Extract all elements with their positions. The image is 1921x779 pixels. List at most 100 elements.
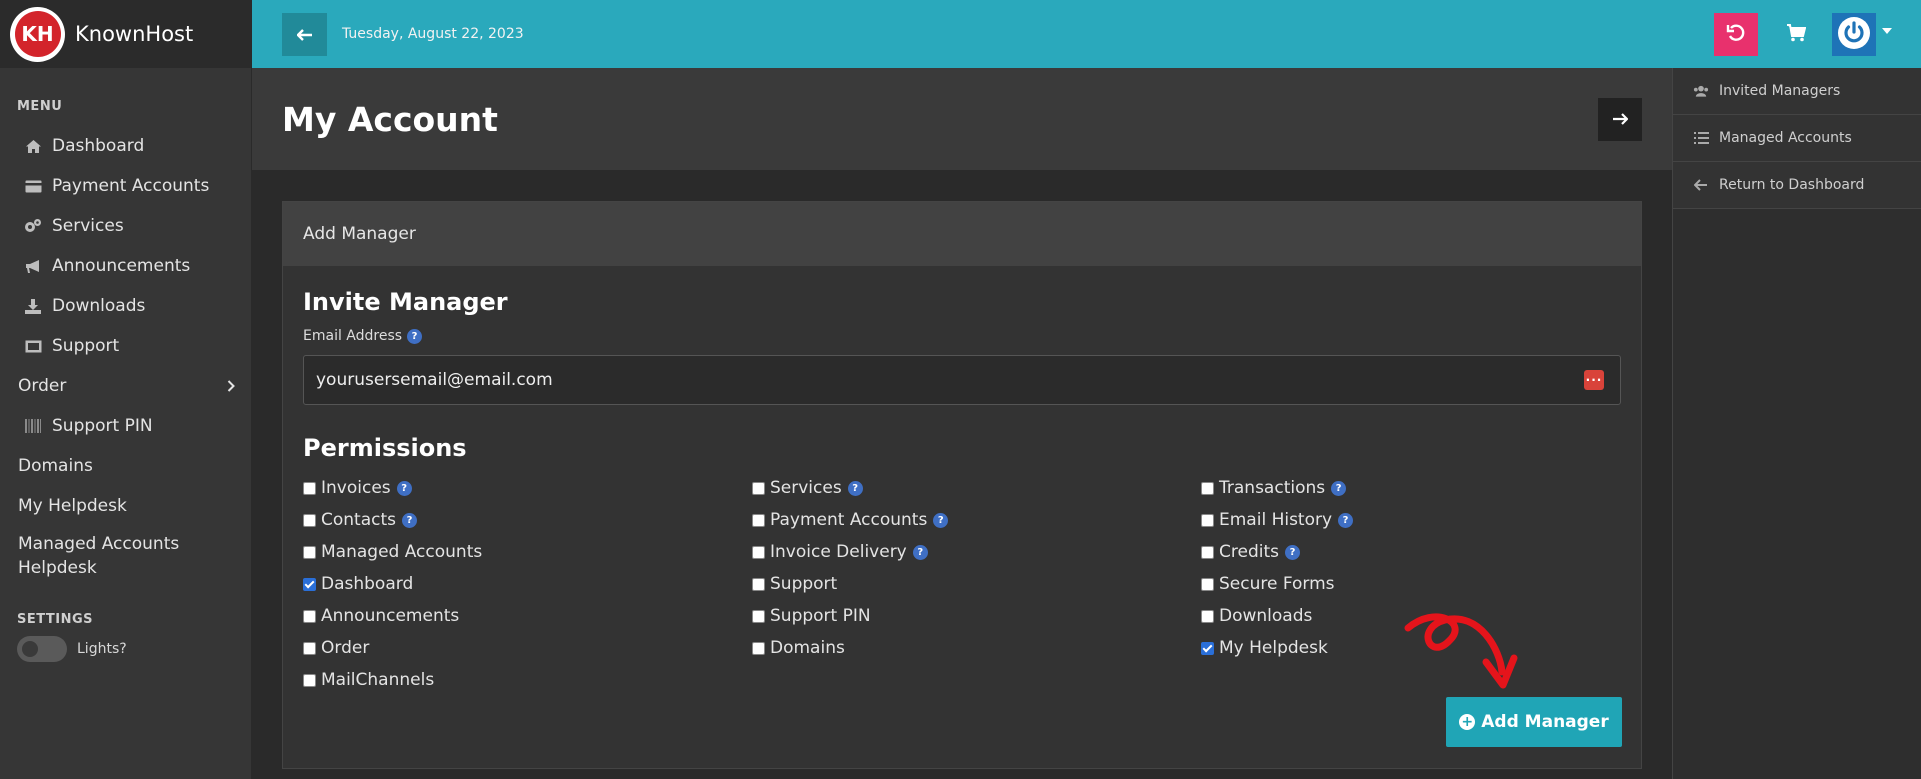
right-panel-item-invited-managers[interactable]: Invited Managers <box>1673 68 1921 115</box>
permission-label: Downloads <box>1219 606 1313 626</box>
sidebar-item-my-helpdesk[interactable]: My Helpdesk <box>0 486 251 526</box>
page-title: My Account <box>282 100 498 139</box>
permission-label: Support PIN <box>770 606 871 626</box>
permission-label: Announcements <box>321 606 460 626</box>
permission-checkbox[interactable] <box>303 481 316 495</box>
help-icon[interactable]: ? <box>1284 544 1300 560</box>
current-date: Tuesday, August 22, 2023 <box>342 26 524 42</box>
permission-checkbox[interactable] <box>752 577 765 591</box>
sidebar-item-domains[interactable]: Domains <box>0 446 251 486</box>
help-icon[interactable]: ? <box>396 480 412 496</box>
sidebar-item-services[interactable]: Services <box>0 206 251 246</box>
help-icon[interactable]: ? <box>402 512 417 528</box>
permission-checkbox[interactable] <box>303 513 316 527</box>
permission-email-history[interactable]: Email History? <box>1201 504 1354 536</box>
sidebar-item-order[interactable]: Order <box>0 366 251 406</box>
permission-label: Contacts <box>321 510 396 530</box>
password-manager-icon[interactable]: ··· <box>1584 370 1604 390</box>
permission-label: Secure Forms <box>1219 574 1335 594</box>
download-icon <box>24 298 42 314</box>
permission-secure-forms[interactable]: Secure Forms <box>1201 568 1353 600</box>
help-icon[interactable]: ? <box>1331 480 1347 496</box>
permission-contacts[interactable]: Contacts? <box>303 504 482 536</box>
help-icon[interactable]: ? <box>912 544 928 560</box>
permission-checkbox[interactable] <box>752 481 765 495</box>
sidebar-item-support[interactable]: Support <box>0 326 251 366</box>
lights-label: Lights? <box>77 641 127 657</box>
help-icon[interactable]: ? <box>407 328 423 344</box>
permission-credits[interactable]: Credits? <box>1201 536 1353 568</box>
sidebar-item-payment-accounts[interactable]: Payment Accounts <box>0 166 251 206</box>
permission-downloads[interactable]: Downloads <box>1201 600 1353 632</box>
sidebar-item-managed-accounts-helpdesk[interactable]: Managed Accounts Helpdesk <box>0 526 200 578</box>
sidebar-item-label: Services <box>52 216 124 236</box>
permission-checkbox[interactable] <box>1201 545 1214 559</box>
cart-button[interactable] <box>1774 13 1818 56</box>
caret-down-icon[interactable] <box>1882 28 1892 34</box>
permission-transactions[interactable]: Transactions? <box>1201 472 1353 504</box>
help-icon[interactable]: ? <box>1338 512 1354 528</box>
permissions-heading: Permissions <box>303 434 467 462</box>
permission-order[interactable]: Order <box>303 632 482 664</box>
permission-mailchannels[interactable]: MailChannels <box>303 664 482 696</box>
permission-checkbox[interactable] <box>1201 577 1214 591</box>
undo-button[interactable] <box>1714 13 1758 56</box>
annotation-arrow-icon <box>1404 613 1518 689</box>
permission-label: Credits <box>1219 542 1279 562</box>
permission-announcements[interactable]: Announcements <box>303 600 482 632</box>
permission-payment-accounts[interactable]: Payment Accounts? <box>752 504 949 536</box>
permission-invoice-delivery[interactable]: Invoice Delivery? <box>752 536 948 568</box>
sidebar-item-dashboard[interactable]: Dashboard <box>0 126 251 166</box>
right-panel-item-return-to-dashboard[interactable]: Return to Dashboard <box>1673 162 1921 209</box>
toggle-right-panel-button[interactable] <box>1598 98 1642 141</box>
permission-checkbox[interactable] <box>303 641 316 655</box>
user-menu-button[interactable] <box>1832 13 1876 56</box>
sidebar-item-label: Dashboard <box>52 136 145 156</box>
permission-checkbox[interactable] <box>752 641 765 655</box>
chevron-right-icon <box>227 377 235 396</box>
knownhost-logo: KH <box>10 6 65 62</box>
right-panel-item-label: Return to Dashboard <box>1719 177 1865 193</box>
permission-label: MailChannels <box>321 670 435 690</box>
permission-label: Payment Accounts <box>770 510 928 530</box>
permission-checkbox[interactable] <box>303 609 316 623</box>
permission-domains[interactable]: Domains <box>752 632 948 664</box>
permission-dashboard[interactable]: Dashboard <box>303 568 482 600</box>
permission-checkbox[interactable] <box>303 673 316 687</box>
add-manager-button[interactable]: + Add Manager <box>1446 697 1622 747</box>
sidebar-item-downloads[interactable]: Downloads <box>0 286 251 326</box>
permission-label: Support <box>770 574 838 594</box>
lights-setting: Lights? <box>0 633 251 665</box>
permission-invoices[interactable]: Invoices? <box>303 472 482 504</box>
permission-my-helpdesk[interactable]: My Helpdesk <box>1201 632 1353 664</box>
permission-services[interactable]: Services? <box>752 472 948 504</box>
permission-support-pin[interactable]: Support PIN <box>752 600 948 632</box>
permission-checkbox[interactable] <box>1201 513 1214 527</box>
sidebar-collapse-button[interactable] <box>282 13 327 56</box>
email-address-input[interactable] <box>303 355 1621 405</box>
permission-support[interactable]: Support <box>752 568 948 600</box>
back-arrow-icon <box>295 22 313 47</box>
lights-toggle[interactable] <box>17 636 67 662</box>
permission-checkbox[interactable] <box>1201 481 1214 495</box>
permission-checkbox[interactable] <box>752 545 765 559</box>
email-address-label-text: Email Address <box>303 328 403 344</box>
menu-heading: MENU <box>17 99 63 114</box>
logo-mark: KH <box>14 11 61 57</box>
right-panel-item-managed-accounts[interactable]: Managed Accounts <box>1673 115 1921 162</box>
permission-checkbox[interactable] <box>752 513 765 527</box>
sidebar-item-support-pin[interactable]: Support PIN <box>0 406 251 446</box>
brand-name: KnownHost <box>75 22 194 46</box>
permission-checkbox[interactable] <box>1201 641 1214 655</box>
sidebar-item-label: Announcements <box>52 256 191 276</box>
help-icon[interactable]: ? <box>933 512 949 528</box>
permission-checkbox[interactable] <box>752 609 765 623</box>
permission-checkbox[interactable] <box>1201 609 1214 623</box>
help-icon[interactable]: ? <box>847 480 863 496</box>
permission-checkbox[interactable] <box>303 577 316 591</box>
permission-checkbox[interactable] <box>303 545 316 559</box>
sidebar-item-announcements[interactable]: Announcements <box>0 246 251 286</box>
brand[interactable]: KH KnownHost <box>0 0 251 68</box>
permission-managed-accounts[interactable]: Managed Accounts <box>303 536 482 568</box>
users-icon <box>1693 85 1709 97</box>
